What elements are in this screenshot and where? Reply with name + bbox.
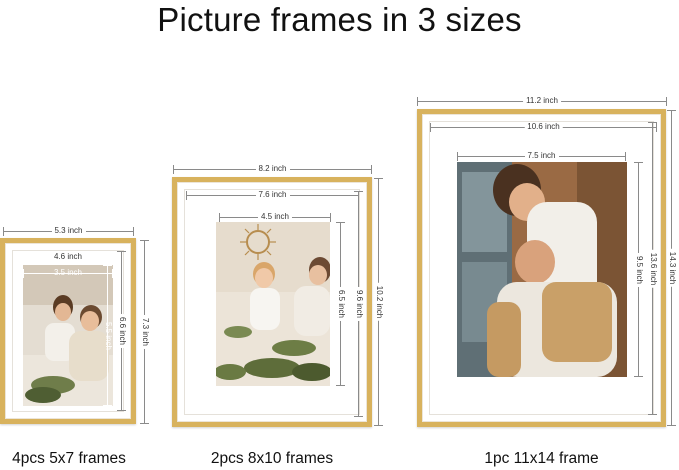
family-photo-medium — [216, 222, 330, 386]
mat-height-dimension: 13.6 inch — [647, 122, 658, 415]
mat-width-label: 7.6 inch — [255, 190, 290, 200]
caption-small: 4pcs 5x7 frames — [12, 450, 126, 467]
photo-height-dimension: 9.5 inch — [633, 162, 644, 377]
mat-width-dimension: 7.6 inch — [186, 190, 359, 200]
family-photo-small — [23, 265, 113, 406]
small-frame: 4.6 inch 3.5 inch 5.5 inch 6.6 inch — [0, 238, 136, 424]
large-frame: 10.6 inch 7.5 inch 9.5 inch 13.6 inch — [417, 109, 666, 427]
outer-height-dimension: 10.2 inch — [373, 178, 384, 426]
photo-height-label: 5.5 inch — [103, 321, 113, 350]
outer-height-label: 7.3 inch — [139, 314, 150, 350]
photo-width-dimension: 7.5 inch — [457, 151, 626, 161]
outer-width-dimension: 11.2 inch — [417, 96, 667, 106]
mat-height-label: 13.6 inch — [647, 249, 658, 288]
mat-width-label: 10.6 inch — [524, 122, 563, 132]
mat-height-dimension: 9.6 inch — [353, 191, 364, 417]
photo-width-label: 3.5 inch — [53, 268, 83, 277]
mat-height-label: 6.6 inch — [116, 313, 127, 349]
family-photo-large — [457, 162, 627, 377]
photo-width-dimension: 3.5 inch — [23, 268, 113, 278]
photo-height-dimension: 6.5 inch — [335, 222, 346, 386]
mat-height-label: 9.6 inch — [353, 286, 364, 322]
mat-width-dimension: 10.6 inch — [430, 122, 657, 132]
photo-height-dimension: 5.5 inch — [103, 265, 113, 406]
mat-height-dimension: 6.6 inch — [116, 251, 127, 411]
outer-width-label: 5.3 inch — [51, 226, 86, 236]
photo-width-label: 4.5 inch — [257, 212, 293, 222]
outer-width-label: 11.2 inch — [523, 96, 561, 106]
medium-frame: 7.6 inch 4.5 inch 6.5 inch 9.6 inch — [172, 177, 372, 427]
outer-width-label: 8.2 inch — [255, 164, 290, 174]
photo-height-label: 9.5 inch — [633, 252, 644, 287]
photo-height-label: 6.5 inch — [335, 286, 346, 322]
photo-width-label: 7.5 inch — [524, 151, 559, 161]
photo-width-dimension: 4.5 inch — [219, 212, 331, 222]
mat-width-dimension: 4.6 inch — [13, 252, 123, 262]
outer-height-dimension: 14.3 inch — [666, 110, 677, 426]
mat-width-label: 4.6 inch — [50, 252, 86, 262]
caption-large: 1pc 11x14 frame — [484, 450, 599, 467]
page-title: Picture frames in 3 sizes — [157, 1, 522, 38]
outer-height-label: 14.3 inch — [666, 248, 677, 288]
caption-medium: 2pcs 8x10 frames — [210, 450, 334, 467]
outer-width-dimension: 5.3 inch — [3, 226, 134, 236]
outer-height-dimension: 7.3 inch — [139, 240, 150, 424]
outer-height-label: 10.2 inch — [373, 282, 384, 322]
outer-width-dimension: 8.2 inch — [173, 164, 372, 174]
